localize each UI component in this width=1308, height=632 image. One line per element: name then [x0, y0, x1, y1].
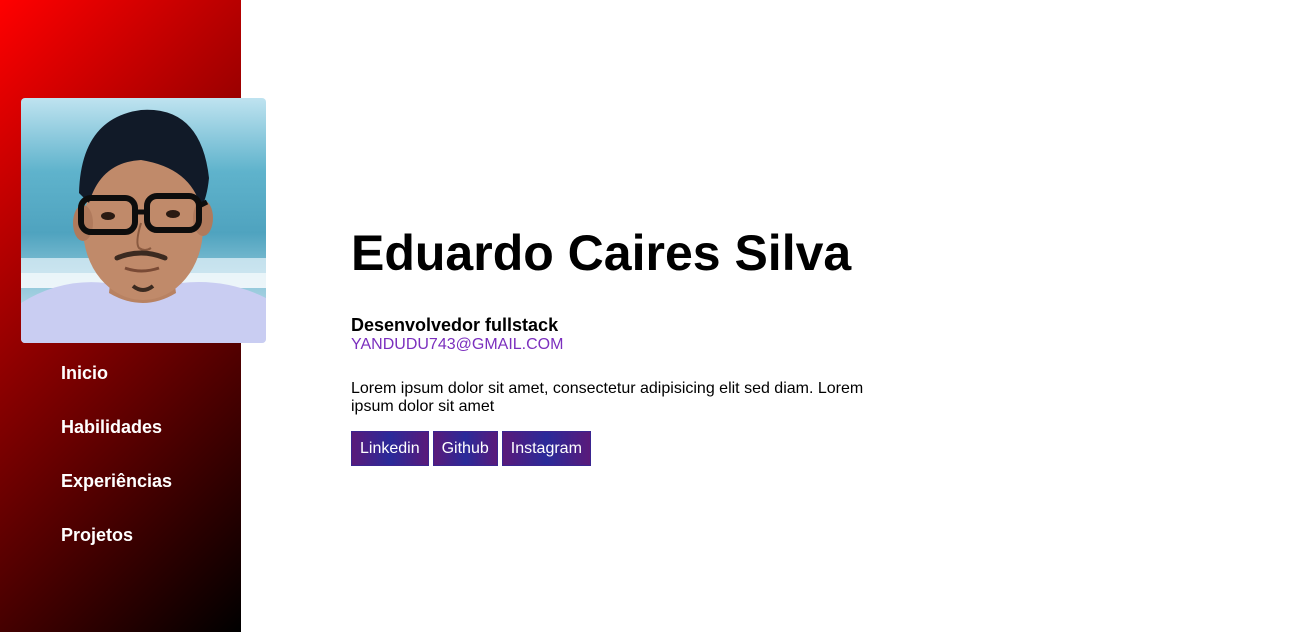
- bio-text: Lorem ipsum dolor sit amet, consectetur …: [351, 380, 864, 415]
- nav-link-projetos[interactable]: Projetos: [61, 525, 133, 545]
- avatar-photo: [21, 109, 266, 343]
- nav-item-inicio: Inicio: [61, 362, 172, 416]
- nav-item-habilidades: Habilidades: [61, 416, 172, 470]
- avatar: [21, 98, 266, 343]
- nav-link-experiencias[interactable]: Experiências: [61, 471, 172, 491]
- nav-item-projetos: Projetos: [61, 524, 172, 578]
- email-link[interactable]: YANDUDU743@GMAIL.COM: [351, 335, 563, 355]
- social-links: Linkedin Github Instagram: [351, 431, 591, 466]
- instagram-button[interactable]: Instagram: [501, 431, 591, 466]
- page: Inicio Habilidades Experiências Projetos: [0, 0, 1308, 632]
- nav-item-experiencias: Experiências: [61, 470, 172, 524]
- linkedin-button[interactable]: Linkedin: [351, 431, 429, 466]
- role-title: Desenvolvedor fullstack: [351, 315, 559, 335]
- sidebar-nav: Inicio Habilidades Experiências Projetos: [61, 362, 172, 578]
- github-button[interactable]: Github: [432, 431, 498, 466]
- page-title: Eduardo Caires Silva: [351, 225, 852, 281]
- nav-link-habilidades[interactable]: Habilidades: [61, 417, 162, 437]
- nav-link-inicio[interactable]: Inicio: [61, 363, 108, 383]
